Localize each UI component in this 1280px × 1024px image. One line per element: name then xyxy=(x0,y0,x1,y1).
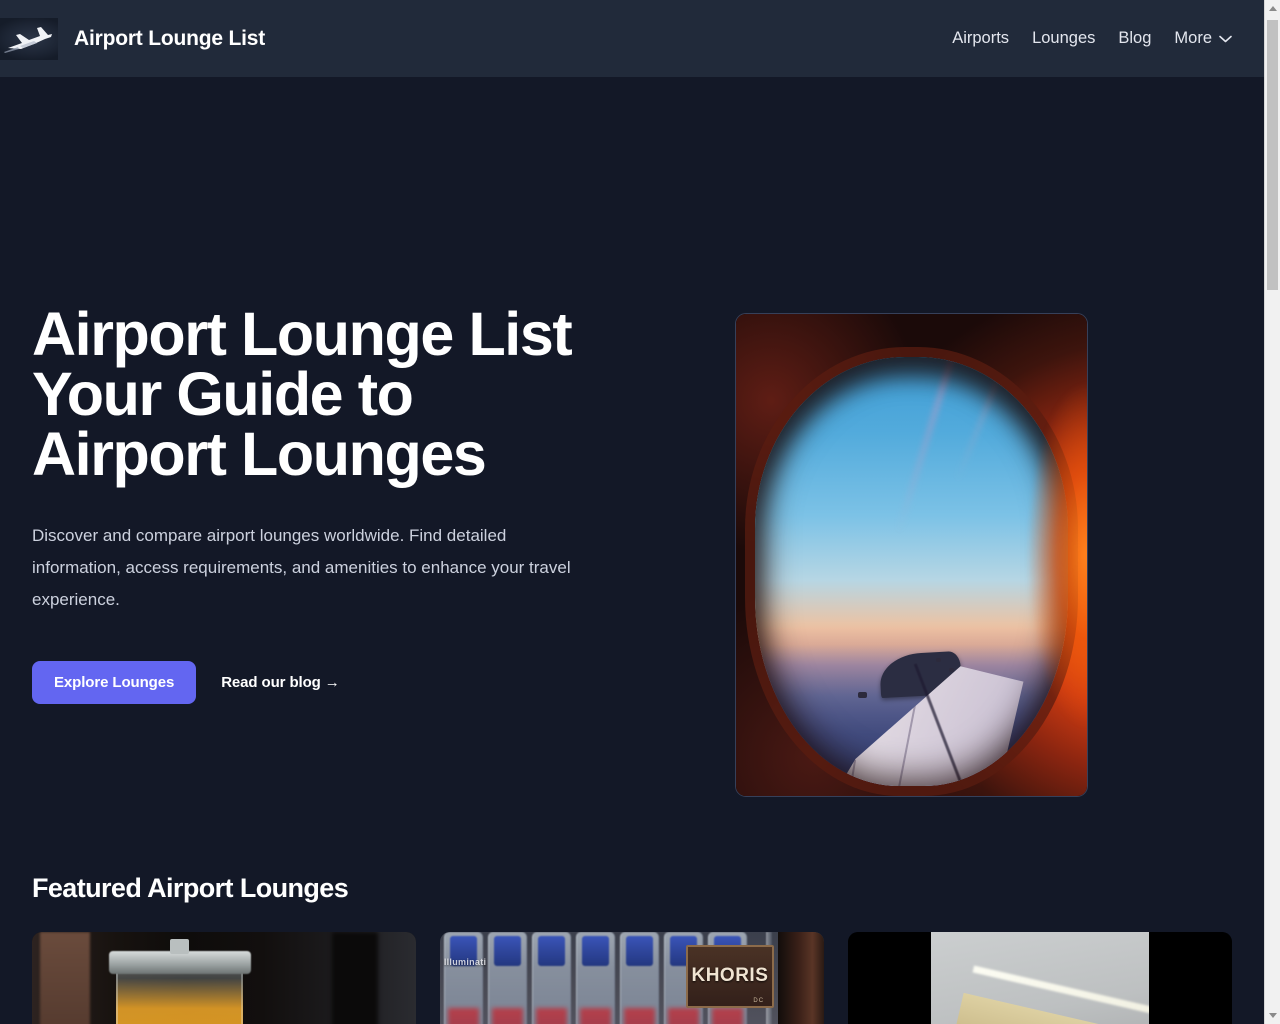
nav-more-label: More xyxy=(1174,29,1212,47)
khoris-sign-sub: DC xyxy=(753,997,765,1004)
hero-actions: Explore Lounges Read our blog → xyxy=(32,661,652,704)
main-nav: Airports Lounges Blog More xyxy=(952,29,1232,48)
featured-lounges-section: Featured Airport Lounges KHORIS DC Illum… xyxy=(0,873,1264,1024)
page-scrollbar[interactable] xyxy=(1264,0,1280,1024)
khoris-sign-text: KHORIS xyxy=(691,965,769,987)
chevron-down-icon xyxy=(1219,29,1232,48)
hero-subtitle: Discover and compare airport lounges wor… xyxy=(32,526,571,609)
scroll-down-arrow-icon[interactable] xyxy=(1265,1007,1280,1024)
scrollbar-thumb[interactable] xyxy=(1267,20,1278,290)
hero-image-airplane-window xyxy=(735,313,1088,797)
explore-lounges-button[interactable]: Explore Lounges xyxy=(32,661,197,704)
brand-title: Airport Lounge List xyxy=(74,26,266,50)
lounge-card[interactable]: You still get the same great inflight se… xyxy=(848,932,1232,1024)
brand-logo-link[interactable]: Airport Lounge List xyxy=(0,17,266,60)
lounge-card[interactable]: KHORIS DC Illuminati mption ONLY! xyxy=(440,932,824,1024)
khoris-sign: KHORIS DC xyxy=(685,944,775,1008)
featured-heading: Featured Airport Lounges xyxy=(32,873,349,903)
scroll-up-arrow-icon[interactable] xyxy=(1265,0,1280,17)
nav-item-lounges[interactable]: Lounges xyxy=(1032,29,1095,48)
featured-card-grid: KHORIS DC Illuminati mption ONLY! xyxy=(32,932,1232,1024)
read-our-blog-link[interactable]: Read our blog → xyxy=(221,674,340,691)
airplane-icon xyxy=(0,17,58,60)
lounge-card-image-water-bottles: KHORIS DC Illuminati mption ONLY! xyxy=(440,932,824,1024)
nav-item-airports[interactable]: Airports xyxy=(952,29,1009,48)
nav-item-blog[interactable]: Blog xyxy=(1118,29,1151,48)
water-overlay-top-text: Illuminati xyxy=(443,957,487,968)
hero-section: Airport Lounge List Your Guide to Airpor… xyxy=(0,77,1264,873)
lounge-card[interactable] xyxy=(32,932,416,1024)
nav-item-more[interactable]: More xyxy=(1174,29,1232,48)
site-header: Airport Lounge List Airports Lounges Blo… xyxy=(0,0,1264,77)
page-viewport: Airport Lounge List Airports Lounges Blo… xyxy=(0,0,1264,1024)
lounge-card-image-juice xyxy=(32,932,416,1024)
hero-title: Airport Lounge List Your Guide to Airpor… xyxy=(32,300,573,488)
lounge-card-image-inflight-video: You still get the same great inflight se… xyxy=(848,932,1232,1024)
hero-copy: Airport Lounge List Your Guide to Airpor… xyxy=(32,77,652,704)
